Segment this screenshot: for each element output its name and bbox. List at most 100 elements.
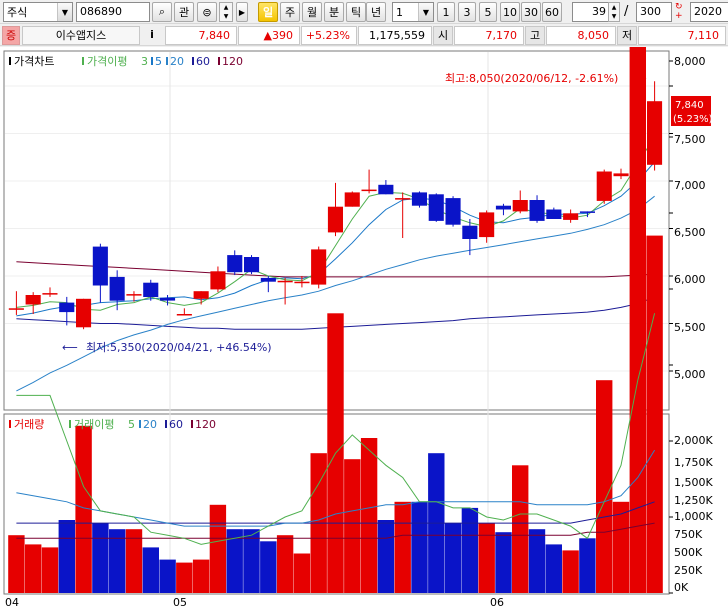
price-tick-label: 7,500	[674, 133, 706, 146]
market-select-value: 주식	[7, 6, 28, 19]
search-button[interactable]: ⌕	[152, 2, 172, 22]
candle-body	[59, 302, 75, 313]
volume-axis-labels: 2,000K 1,750K 1,500K 1,250K 1,000K 750K …	[674, 434, 713, 594]
volume-tick-label: 250K	[674, 564, 703, 577]
axis-ticks	[669, 60, 673, 594]
change-percent: +5.23%	[301, 26, 357, 45]
candle-body	[445, 198, 461, 225]
sync-button[interactable]: ⊜	[197, 2, 217, 22]
legend-marker	[192, 57, 194, 65]
search-icon: ⌕	[158, 5, 166, 18]
candle-body	[244, 257, 260, 273]
candle-body	[25, 295, 41, 305]
list-arrow-button[interactable]: ▶	[236, 2, 248, 22]
high-price: 8,050	[546, 26, 616, 45]
volume-bar	[394, 501, 411, 593]
total-count-field: 300	[636, 2, 672, 22]
candle-body	[277, 280, 293, 283]
period-tick-button[interactable]: 틱	[346, 2, 366, 22]
info-icon[interactable]: i	[144, 26, 160, 45]
period-year-button[interactable]: 년	[366, 2, 386, 22]
unit-select-value: 1	[396, 5, 403, 19]
unit-5-button[interactable]: 5	[479, 2, 497, 22]
price-tick-label: 5,000	[674, 368, 706, 381]
candle-body	[42, 293, 58, 295]
code-stepper[interactable]: ▲ ▼	[219, 2, 233, 22]
volume-tick-label: 0K	[674, 581, 689, 594]
candle-body	[411, 192, 427, 206]
x-axis-labels: 04 05 06	[5, 596, 504, 609]
chart-area[interactable]: 가격차트 가격이평 3 5 20 60 120 거래량 거래이평 5 20 60…	[0, 47, 728, 609]
volume-bar	[545, 544, 562, 593]
period-minute-button[interactable]: 분	[324, 2, 344, 22]
unit-60-button[interactable]: 60	[542, 2, 562, 22]
current-price-badge-value: 7,840	[675, 100, 704, 111]
candle-body	[294, 281, 310, 284]
candle-body	[92, 246, 108, 286]
current-price-badge-pct: (5.23%)	[673, 114, 713, 125]
volume-bar	[58, 520, 75, 593]
unit-30-button[interactable]: 30	[521, 2, 541, 22]
chevron-down-icon: ▼	[418, 3, 433, 21]
ma3-label: 3	[141, 55, 148, 68]
volume-ma-label: 거래이평	[74, 418, 114, 431]
volume-bar	[360, 438, 378, 593]
candle-body	[479, 212, 495, 238]
candle-body	[344, 192, 360, 207]
date-input[interactable]: 2020	[690, 2, 728, 22]
stock-code-input[interactable]: 086890	[76, 2, 150, 22]
low-label: 저	[617, 26, 637, 45]
candle-body	[395, 198, 411, 200]
high-annotation-arrow: ⟶	[631, 72, 647, 85]
price-legend: 가격차트 가격이평 3 5 20 60 120	[9, 55, 243, 68]
period-month-button[interactable]: 월	[302, 2, 322, 22]
volume-bar	[142, 547, 159, 593]
display-count-input[interactable]: 39	[572, 2, 610, 22]
candle-body	[361, 189, 377, 192]
period-day-button[interactable]: 일	[258, 2, 278, 22]
count-stepper[interactable]: ▲ ▼	[608, 2, 620, 22]
unit-3-button[interactable]: 3	[458, 2, 476, 22]
candle-body	[210, 271, 226, 290]
unit-1-button[interactable]: 1	[437, 2, 455, 22]
vma20-label: 20	[143, 418, 157, 431]
candle-body	[378, 184, 394, 195]
candle-body	[546, 209, 562, 219]
candle-body	[512, 200, 528, 212]
volume-bar	[512, 465, 529, 593]
arrow-right-icon: ▶	[238, 7, 246, 17]
candle-body	[462, 225, 478, 239]
legend-marker	[139, 420, 141, 428]
high-annotation: 최고:8,050(2020/06/12, -2.61%)	[445, 72, 618, 85]
volume-bar	[444, 523, 462, 593]
volume-tick-label: 1,750K	[674, 456, 713, 469]
slash-separator: /	[624, 4, 629, 19]
vma60-label: 60	[169, 418, 183, 431]
price-tick-label: 8,000	[674, 55, 706, 68]
period-week-button[interactable]: 주	[280, 2, 300, 22]
unit-select[interactable]: 1 ▼	[392, 2, 434, 22]
vma5-label: 5	[128, 418, 135, 431]
interest-button[interactable]: 관	[174, 2, 194, 22]
open-price: 7,170	[454, 26, 524, 45]
legend-marker	[9, 420, 11, 428]
stock-name[interactable]: 이수앱지스	[22, 26, 140, 45]
volume-tick-label: 500K	[674, 546, 703, 559]
stock-chart[interactable]: 가격차트 가격이평 3 5 20 60 120 거래량 거래이평 5 20 60…	[0, 47, 728, 609]
ma60-label: 60	[196, 55, 210, 68]
arrow-down-icon: ▼	[223, 13, 229, 20]
unit-10-button[interactable]: 10	[500, 2, 520, 22]
legend-marker	[165, 420, 167, 428]
volume-bar	[25, 544, 42, 593]
market-select[interactable]: 주식 ▼	[3, 2, 73, 22]
refresh-icon[interactable]: ↻ +	[675, 3, 689, 23]
volume-bar	[562, 550, 579, 593]
candle-body	[596, 171, 612, 201]
volume-bar	[41, 547, 59, 593]
x-tick-label: 05	[173, 596, 187, 609]
candle-body	[428, 194, 444, 221]
low-annotation-arrow: ⟵	[62, 341, 78, 354]
legend-marker	[69, 420, 71, 428]
price-legend-title: 가격차트	[14, 55, 54, 68]
volume-bar	[176, 562, 193, 593]
